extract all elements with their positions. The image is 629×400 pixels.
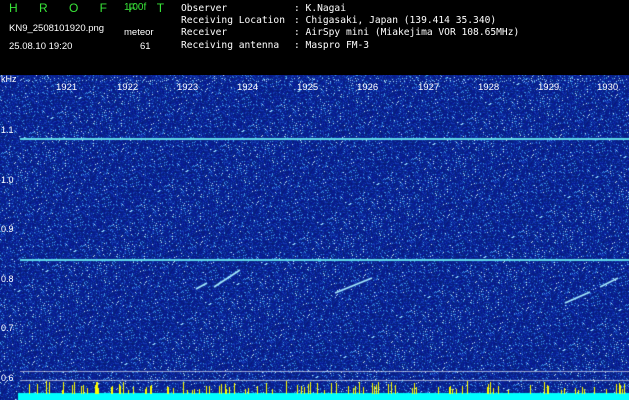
y-axis-unit: kHz	[1, 74, 17, 84]
y-tick-label: 1.0	[1, 175, 14, 185]
time-tick-label: 1926	[357, 82, 379, 93]
y-tick-label: 0.6	[1, 373, 14, 383]
meteor-count: 61	[140, 41, 151, 52]
station-info: Observer: K.Nagai Receiving Location: Ch…	[181, 3, 519, 52]
time-tick-label: 1921	[56, 82, 78, 93]
y-tick-label: 1.1	[1, 125, 14, 135]
time-tick-label: 1924	[237, 82, 259, 93]
y-tick-label: 0.8	[1, 274, 14, 284]
app-brand: H R O F F T	[9, 1, 174, 15]
spectrogram	[0, 75, 629, 400]
time-tick-label: 1930	[597, 82, 619, 93]
time-tick-label: 1922	[117, 82, 139, 93]
time-tick-label: 1928	[478, 82, 500, 93]
info-row-receiver: Receiver: AirSpy mini (Miakejima VOR 108…	[181, 27, 520, 39]
file-name: KN9_2508101920.png	[9, 23, 105, 34]
app-version: 1.00f	[124, 2, 147, 13]
info-row-antenna: Receiving antenna: Maspro FM-3	[181, 39, 370, 51]
date-time: 25.08.10 19:20	[9, 41, 73, 52]
info-row-location: Receiving Location: Chigasaki, Japan (13…	[181, 15, 497, 27]
y-tick-label: 0.9	[1, 224, 14, 234]
time-tick-label: 1927	[418, 82, 440, 93]
time-tick-label: 1925	[297, 82, 319, 93]
info-row-observer: Observer: K.Nagai	[181, 3, 346, 14]
y-tick-label: 0.7	[1, 323, 14, 333]
time-tick-label: 1929	[538, 82, 560, 93]
time-tick-label: 1923	[177, 82, 199, 93]
meteor-label: meteor	[124, 27, 154, 38]
header-panel: H R O F F T 1.00f KN9_2508101920.png 25.…	[0, 0, 629, 75]
